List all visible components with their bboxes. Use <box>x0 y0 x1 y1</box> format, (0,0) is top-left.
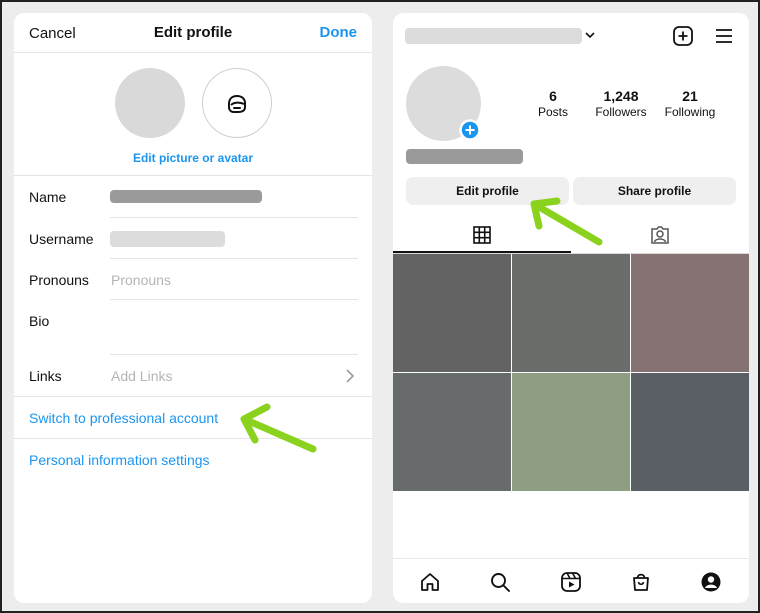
arrow-to-switch-professional <box>240 403 317 453</box>
screenshot-frame: Cancel Edit profile Done Edit picture or… <box>0 0 760 613</box>
annotation-arrows <box>240 197 603 453</box>
arrow-to-edit-profile <box>530 197 603 246</box>
